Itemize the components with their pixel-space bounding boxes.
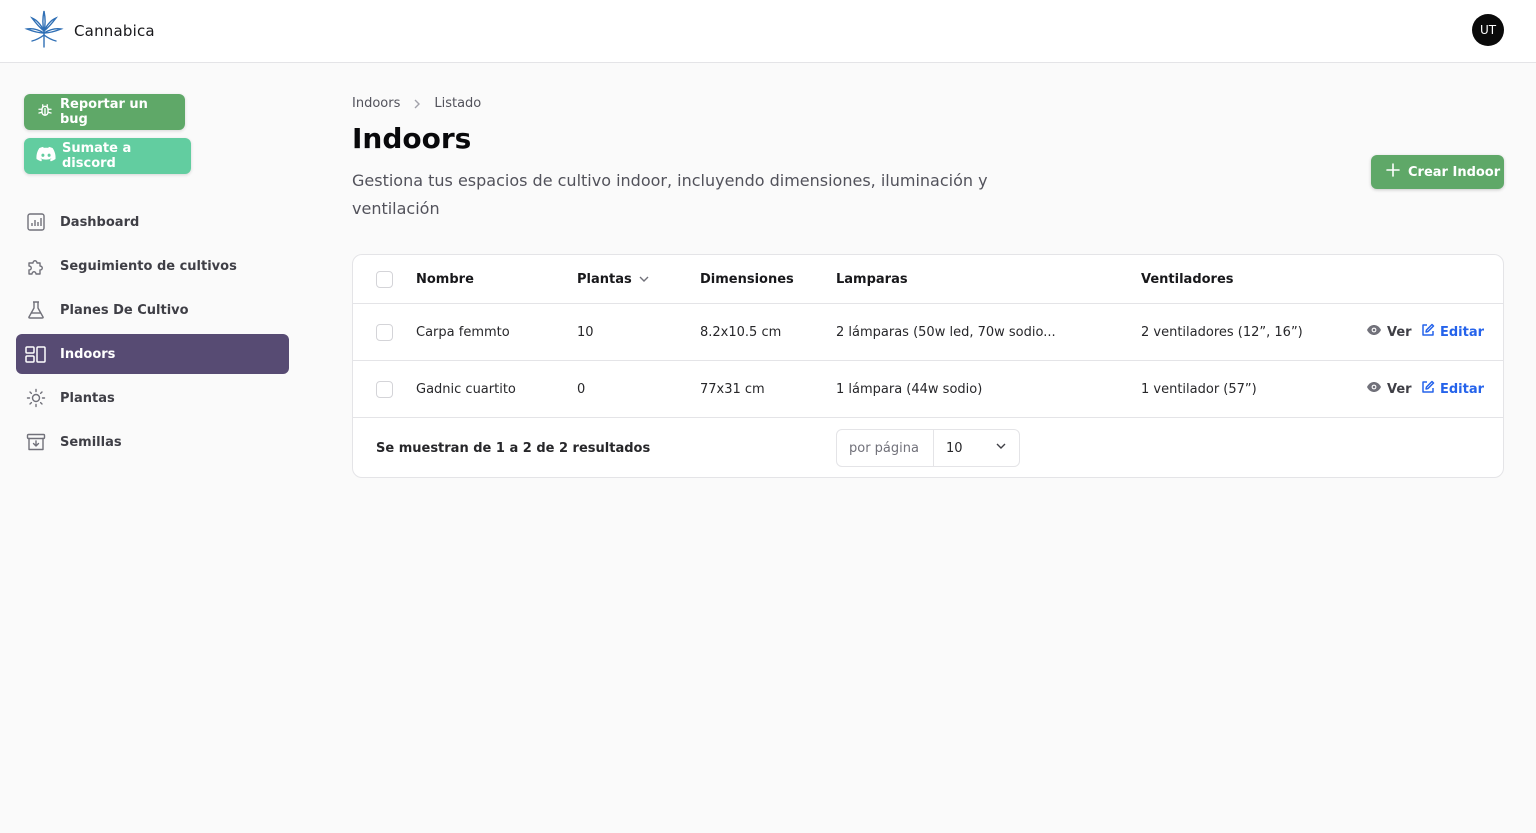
per-page-dropdown[interactable]: 10 — [934, 430, 1019, 466]
user-avatar[interactable]: UT — [1472, 14, 1504, 46]
sidebar-item-label: Planes De Cultivo — [60, 302, 189, 318]
discord-label: Sumate a discord — [62, 141, 132, 171]
edit-icon — [1421, 380, 1440, 398]
sidebar-item-label: Dashboard — [60, 214, 140, 230]
edit-label: Editar — [1440, 381, 1485, 397]
table-row: Carpa femmto 10 8.2x10.5 cm 2 lámparas (… — [353, 304, 1503, 361]
eye-icon — [1366, 324, 1387, 340]
cell-lamparas: 1 lámpara (44w sodio) — [836, 381, 983, 397]
sidebar-item-plantas[interactable]: Plantas — [16, 378, 289, 418]
view-label: Ver — [1387, 381, 1412, 397]
sidebar-item-label: Seguimiento de cultivos — [60, 258, 237, 274]
layout-icon — [25, 343, 47, 365]
cell-nombre: Gadnic cuartito — [416, 381, 516, 397]
column-header-label: Plantas — [577, 271, 632, 287]
select-all-checkbox[interactable] — [376, 270, 393, 288]
sidebar-item-semillas[interactable]: Semillas — [16, 422, 289, 462]
table-header: Nombre Plantas Dimensiones Lamparas Vent… — [353, 255, 1503, 304]
column-header-dimensiones: Dimensiones — [700, 271, 794, 287]
table-row: Gadnic cuartito 0 77x31 cm 1 lámpara (44… — [353, 361, 1503, 418]
plus-icon — [1385, 162, 1408, 182]
sidebar-nav: Dashboard Seguimiento de cultivos Planes… — [16, 202, 289, 466]
cell-ventiladores: 2 ventiladores (12”, 16”) — [1141, 324, 1303, 340]
table-footer: Se muestran de 1 a 2 de 2 resultados por… — [353, 418, 1503, 477]
discord-button[interactable]: Sumate a discord — [24, 138, 191, 174]
cell-dimensiones: 8.2x10.5 cm — [700, 324, 782, 340]
breadcrumb-root[interactable]: Indoors — [352, 96, 400, 111]
top-bar: Cannabica UT — [0, 0, 1536, 63]
app-name: Cannabica — [74, 22, 155, 40]
chevron-right-icon — [412, 99, 422, 109]
flask-icon — [25, 299, 47, 321]
cannabis-leaf-icon — [24, 9, 64, 53]
cell-plantas: 10 — [577, 324, 594, 340]
puzzle-icon — [25, 255, 47, 277]
page-description: Gestiona tus espacios de cultivo indoor,… — [352, 171, 988, 218]
chart-icon — [25, 211, 47, 233]
brand[interactable]: Cannabica — [24, 9, 155, 53]
sidebar-item-planes[interactable]: Planes De Cultivo — [16, 290, 289, 330]
page-title: Indoors — [352, 122, 472, 155]
breadcrumb: Indoors Listado — [352, 96, 481, 111]
cell-lamparas: 2 lámparas (50w led, 70w sodio... — [836, 324, 1056, 340]
sidebar-item-label: Plantas — [60, 390, 115, 406]
sidebar-item-seguimiento[interactable]: Seguimiento de cultivos — [16, 246, 289, 286]
edit-icon — [1421, 323, 1440, 341]
per-page-value: 10 — [946, 440, 963, 456]
column-header-lamparas: Lamparas — [836, 271, 908, 287]
sidebar-item-indoors[interactable]: Indoors — [16, 334, 289, 374]
indoors-table: Nombre Plantas Dimensiones Lamparas Vent… — [352, 254, 1504, 478]
row-checkbox[interactable] — [376, 380, 393, 398]
column-header-plantas[interactable]: Plantas — [577, 255, 650, 303]
cell-plantas: 0 — [577, 381, 586, 397]
breadcrumb-current: Listado — [434, 96, 482, 111]
create-indoor-label: Crear Indoor — [1408, 164, 1501, 180]
eye-icon — [1366, 381, 1387, 397]
chevron-down-icon — [995, 440, 1007, 456]
per-page-select[interactable]: por página 10 — [836, 429, 1020, 467]
report-bug-button[interactable]: Reportar un bug — [24, 94, 185, 130]
results-summary: Se muestran de 1 a 2 de 2 resultados — [376, 440, 651, 456]
sun-icon — [25, 387, 47, 409]
view-label: Ver — [1387, 324, 1412, 340]
discord-icon — [36, 146, 62, 166]
view-button[interactable]: Ver — [1366, 304, 1412, 360]
create-indoor-button[interactable]: Crear Indoor — [1371, 155, 1504, 189]
edit-label: Editar — [1440, 324, 1485, 340]
column-header-nombre[interactable]: Nombre — [416, 255, 474, 303]
edit-button[interactable]: Editar — [1421, 361, 1484, 417]
view-button[interactable]: Ver — [1366, 361, 1412, 417]
row-checkbox[interactable] — [376, 323, 393, 341]
cell-nombre: Carpa femmto — [416, 324, 510, 340]
edit-button[interactable]: Editar — [1421, 304, 1484, 360]
sidebar-item-label: Indoors — [60, 346, 116, 362]
column-header-ventiladores: Ventiladores — [1141, 271, 1234, 287]
sidebar-item-label: Semillas — [60, 434, 122, 450]
cell-dimensiones: 77x31 cm — [700, 381, 765, 397]
archive-icon — [25, 431, 47, 453]
per-page-label: por página — [837, 430, 934, 466]
bug-icon — [36, 101, 60, 123]
sidebar-item-dashboard[interactable]: Dashboard — [16, 202, 289, 242]
chevron-down-icon — [638, 273, 650, 285]
cell-ventiladores: 1 ventilador (57”) — [1141, 381, 1257, 397]
report-bug-label: Reportar un bug — [60, 97, 148, 127]
